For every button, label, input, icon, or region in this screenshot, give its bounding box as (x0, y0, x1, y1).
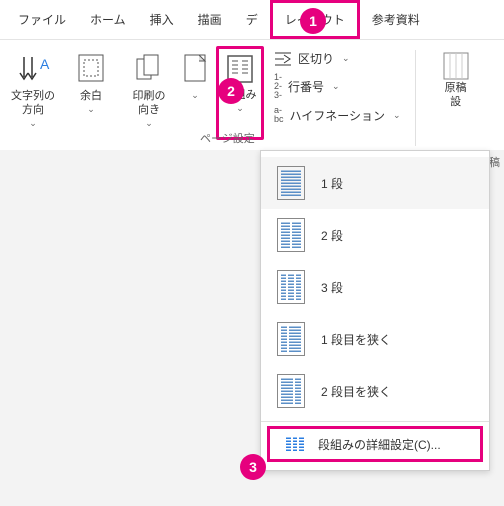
orientation-icon (131, 50, 167, 86)
margins-icon (73, 50, 109, 86)
chevron-down-icon: ⌄ (191, 90, 199, 101)
text-direction-label: 文字列の 方向 (11, 90, 55, 118)
page-setup-small-group: 区切り ⌄ 1-2-3- 行番号 ⌄ a-bc ハイフネーション ⌄ (268, 46, 407, 128)
columns-more-label: 段組みの詳細設定(C)... (318, 436, 441, 453)
columns-option-label: 2 段 (321, 227, 343, 244)
line-numbers-button[interactable]: 1-2-3- 行番号 ⌄ (274, 73, 401, 100)
chevron-down-icon: ⌄ (393, 110, 401, 121)
manuscript-label2: 設 (450, 96, 461, 110)
chevron-down-icon: ⌄ (236, 103, 244, 114)
breaks-label: 区切り (298, 50, 334, 67)
one-column-icon (277, 166, 305, 200)
size-button[interactable]: ⌄ (178, 46, 212, 105)
ribbon-right-label: 稿 (489, 154, 500, 170)
orientation-label: 印刷の 向き (133, 90, 166, 118)
columns-option-one[interactable]: 1 段 (261, 157, 489, 209)
line-numbers-label: 行番号 (288, 78, 324, 95)
manuscript-label1: 原稿 (445, 82, 467, 96)
tab-insert[interactable]: 挿入 (138, 3, 186, 36)
two-column-icon (277, 218, 305, 252)
chevron-down-icon: ⌄ (87, 104, 95, 115)
callout-badge-1: 1 (300, 8, 326, 34)
columns-dropdown: 1 段 2 段 3 段 1 段目を狭く 2 段目を狭く 段組みの詳細設定(C).… (260, 150, 490, 471)
text-direction-button[interactable]: A 文字列の 方向 ⌄ (4, 46, 62, 133)
orientation-button[interactable]: 印刷の 向き ⌄ (120, 46, 178, 133)
columns-option-label: 1 段 (321, 175, 343, 192)
columns-option-two[interactable]: 2 段 (261, 209, 489, 261)
breaks-button[interactable]: 区切り ⌄ (274, 50, 401, 67)
more-columns-icon (286, 437, 304, 451)
chevron-down-icon: ⌄ (145, 118, 153, 129)
left-narrow-icon (277, 322, 305, 356)
columns-option-label: 3 段 (321, 279, 343, 296)
chevron-down-icon: ⌄ (342, 53, 350, 64)
line-numbers-icon: 1-2-3- (274, 73, 282, 100)
tab-bar: ファイル ホーム 挿入 描画 デ レイアウト 参考資料 (0, 0, 504, 40)
columns-option-label: 1 段目を狭く (321, 331, 391, 348)
hyphenation-button[interactable]: a-bc ハイフネーション ⌄ (274, 106, 401, 124)
tab-file[interactable]: ファイル (6, 3, 78, 36)
ribbon-layout: A 文字列の 方向 ⌄ 余白 ⌄ 印刷の 向き ⌄ (0, 40, 504, 150)
chevron-down-icon: ⌄ (29, 118, 37, 129)
chevron-down-icon: ⌄ (332, 81, 340, 92)
right-narrow-icon (277, 374, 305, 408)
ribbon-section-label: ページ設定 (200, 130, 255, 146)
margins-label: 余白 (80, 90, 102, 104)
three-column-icon (277, 270, 305, 304)
tab-design[interactable]: デ (234, 3, 270, 36)
manuscript-paper-icon (440, 50, 472, 82)
columns-option-right[interactable]: 2 段目を狭く (261, 365, 489, 417)
size-icon (177, 50, 213, 86)
columns-option-three[interactable]: 3 段 (261, 261, 489, 313)
callout-badge-3: 3 (240, 454, 266, 480)
columns-option-label: 2 段目を狭く (321, 383, 391, 400)
tab-references[interactable]: 参考資料 (360, 3, 432, 36)
hyphenation-icon: a-bc (274, 106, 284, 124)
margins-button[interactable]: 余白 ⌄ (62, 46, 120, 119)
text-direction-icon: A (15, 50, 51, 86)
columns-more-options[interactable]: 段組みの詳細設定(C)... (267, 426, 483, 462)
callout-badge-2: 2 (218, 78, 244, 104)
tab-home[interactable]: ホーム (78, 3, 138, 36)
hyphenation-label: ハイフネーション (290, 107, 386, 124)
manuscript-paper-button[interactable]: 原稿 設 (440, 46, 472, 110)
tab-draw[interactable]: 描画 (186, 3, 234, 36)
columns-option-left[interactable]: 1 段目を狭く (261, 313, 489, 365)
svg-text:A: A (40, 56, 50, 72)
breaks-icon (274, 52, 292, 66)
dropdown-separator (261, 421, 489, 422)
